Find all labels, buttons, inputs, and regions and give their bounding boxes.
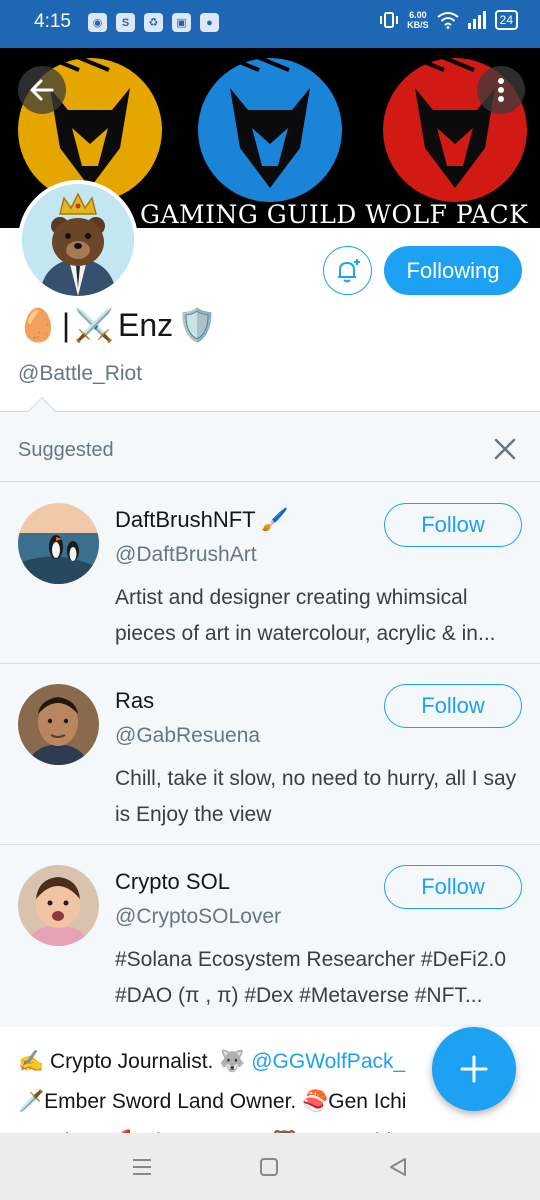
shopping-bag-icon: S: [116, 13, 135, 32]
status-bar: 4:15 ◉ S ♻ ▣ ● 6.00 KB/S 24: [0, 0, 540, 48]
user-name: Crypto SOL: [115, 869, 230, 894]
system-back-button[interactable]: [384, 1153, 412, 1181]
back-arrow-icon: [30, 79, 54, 101]
close-suggested-button[interactable]: [490, 434, 520, 464]
network-speed: 6.00 KB/S: [407, 10, 429, 30]
name-separator: |: [61, 306, 71, 343]
egg-emoji: 🥚: [18, 307, 58, 343]
suggested-panel: Suggested DaftBrushNFT 🖌️ @DaftBrushArt …: [0, 411, 540, 1027]
man-portrait-avatar: [18, 684, 99, 765]
more-options-button[interactable]: [477, 66, 525, 114]
menu-lines-icon: [133, 1159, 151, 1175]
user-handle: @GabResuena: [115, 724, 261, 747]
suggested-user-card[interactable]: Ras @GabResuena Chill, take it slow, no …: [0, 664, 540, 845]
bell-plus-icon: [337, 258, 360, 282]
following-button[interactable]: Following: [384, 246, 522, 295]
follow-button[interactable]: Follow: [384, 684, 522, 728]
user-name: Ras: [115, 688, 155, 713]
crossed-swords-emoji: ⚔️: [74, 307, 114, 343]
banner-title: GAMING GUILD WOLF PACK: [140, 200, 529, 228]
discord-icon: ◉: [88, 13, 107, 32]
shield-emoji: 🛡️: [177, 307, 217, 343]
suggested-title: Suggested: [18, 439, 114, 461]
bio-mention-link[interactable]: @GGWolfPack_: [251, 1050, 405, 1073]
wifi-icon: [437, 12, 459, 29]
compose-button[interactable]: [432, 1027, 516, 1111]
wolf-emblem: [198, 54, 342, 202]
plus-icon: [460, 1055, 488, 1083]
user-bio: Artist and designer creating whimsical p…: [115, 586, 496, 645]
status-time: 4:15: [34, 11, 71, 32]
network-speed-unit: KB/S: [407, 20, 429, 30]
twitch-icon: ▣: [172, 13, 191, 32]
home-square-icon: [260, 1158, 278, 1176]
user-handle: @CryptoSOLover: [115, 905, 282, 928]
back-button[interactable]: [18, 66, 66, 114]
puffin-painting-avatar: [18, 503, 99, 584]
notifications-bell-button[interactable]: [323, 246, 372, 295]
display-name-text: Enz: [118, 306, 174, 343]
signal-icon: [467, 11, 486, 29]
user-bio: Chill, take it slow, no need to hurry, a…: [115, 767, 517, 826]
notification-icons: ◉ S ♻ ▣ ●: [88, 13, 219, 32]
chat-icon: ●: [200, 13, 219, 32]
network-speed-value: 6.00: [409, 10, 427, 20]
more-vertical-icon: [498, 78, 504, 102]
profile-handle: @Battle_Riot: [18, 362, 143, 385]
display-name: 🥚 | ⚔️ Enz 🛡️: [18, 306, 217, 344]
status-indicators: 6.00 KB/S 24: [379, 10, 518, 30]
system-navigation-bar: [0, 1133, 540, 1200]
back-triangle-icon: [390, 1158, 406, 1176]
user-avatar[interactable]: [18, 503, 99, 584]
baby-portrait-avatar: [18, 865, 99, 946]
user-avatar[interactable]: [18, 684, 99, 765]
profile-avatar[interactable]: [18, 180, 138, 300]
user-bio: #Solana Ecosystem Researcher #DeFi2.0 #D…: [115, 948, 507, 1007]
bio-text: ✍️ Crypto Journalist. 🐺: [18, 1050, 252, 1073]
suggested-user-card[interactable]: Crypto SOL @CryptoSOLover #Solana Ecosys…: [0, 845, 540, 1026]
suggested-user-card[interactable]: DaftBrushNFT 🖌️ @DaftBrushArt Artist and…: [0, 483, 540, 664]
user-name: DaftBrushNFT 🖌️: [115, 507, 289, 532]
user-handle: @DaftBrushArt: [115, 543, 257, 566]
follow-button[interactable]: Follow: [384, 503, 522, 547]
crowned-bear-avatar: [22, 184, 134, 296]
vibrate-icon: [380, 12, 399, 28]
close-icon: [494, 438, 516, 460]
follow-button[interactable]: Follow: [384, 865, 522, 909]
user-avatar[interactable]: [18, 865, 99, 946]
battery-icon: 24: [494, 10, 518, 30]
home-button[interactable]: [255, 1153, 283, 1181]
recycle-icon: ♻: [144, 13, 163, 32]
recent-apps-button[interactable]: [128, 1153, 156, 1181]
suggested-header: Suggested: [0, 412, 540, 482]
